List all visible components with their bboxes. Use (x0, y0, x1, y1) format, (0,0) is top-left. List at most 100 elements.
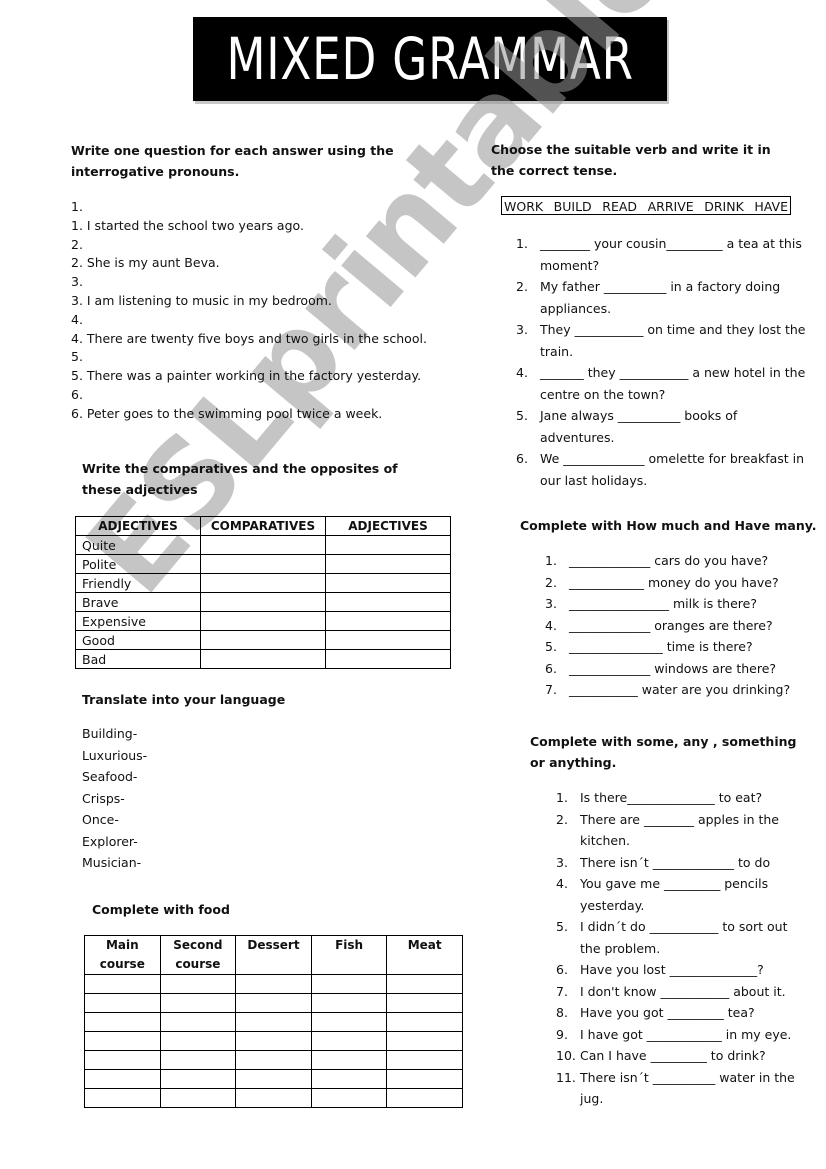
verb-option: HAVE (754, 199, 788, 214)
exercise-item: 4. _______ they ___________ a new hotel i… (516, 362, 808, 405)
food-answer-cell[interactable] (310, 1031, 388, 1051)
comparative-answer-cell[interactable] (200, 630, 326, 650)
food-answer-cell[interactable] (159, 1088, 237, 1108)
food-answer-cell[interactable] (386, 1088, 463, 1108)
food-answer-cell[interactable] (159, 1050, 237, 1070)
food-answer-cell[interactable] (84, 1088, 161, 1108)
item-text: _____________ windows are there? (569, 660, 777, 676)
opposite-answer-cell[interactable] (325, 554, 451, 574)
opposite-answer-cell[interactable] (325, 592, 451, 612)
table-row (84, 1012, 463, 1032)
food-answer-cell[interactable] (159, 1012, 237, 1032)
food-answer-cell[interactable] (235, 1012, 312, 1032)
opposite-answer-cell[interactable] (325, 630, 451, 650)
food-answer-cell[interactable] (84, 993, 161, 1013)
exercise-item: 6. Have you lost ______________? (556, 959, 806, 981)
question-line: 4. There are twenty five boys and two gi… (71, 330, 427, 346)
food-answer-cell[interactable] (386, 1012, 463, 1032)
comparative-answer-cell[interactable] (200, 649, 326, 669)
food-answer-cell[interactable] (386, 1031, 463, 1051)
opposite-answer-cell[interactable] (325, 573, 451, 593)
questions-heading: Write one question for each answer using… (71, 143, 394, 179)
exercise-item: 1. _____________ cars do you have? (545, 550, 805, 572)
food-answer-cell[interactable] (159, 1069, 237, 1089)
comparative-answer-cell[interactable] (200, 611, 326, 631)
food-answer-cell[interactable] (84, 1069, 161, 1089)
item-text: Jane always __________ books of adventur… (540, 408, 738, 445)
item-number: 3. (556, 854, 568, 870)
food-answer-cell[interactable] (84, 1031, 161, 1051)
item-text: I have got ____________ in my eye. (580, 1026, 792, 1042)
translate-word: Once- (82, 812, 119, 827)
item-text: There are ________ apples in the kitchen… (580, 811, 779, 849)
food-answer-cell[interactable] (235, 1069, 312, 1089)
food-answer-cell[interactable] (310, 1069, 388, 1089)
adjective-cell: Bad (75, 649, 201, 669)
food-answer-cell[interactable] (310, 1088, 388, 1108)
comparative-answer-cell[interactable] (200, 592, 326, 612)
food-answer-cell[interactable] (235, 974, 312, 994)
exercise-item: 10. Can I have _________ to drink? (556, 1045, 806, 1067)
food-table: Main course Second course Dessert Fish Meat (84, 935, 463, 1108)
food-answer-cell[interactable] (310, 1050, 388, 1070)
item-number: 4. (516, 365, 528, 380)
adjective-cell: Brave (75, 592, 201, 612)
exercise-item: 1. ________ your cousin_________ a tea at… (516, 233, 808, 276)
food-answer-cell[interactable] (235, 1031, 312, 1051)
food-answer-cell[interactable] (235, 1088, 312, 1108)
translate-word: Crisps- (82, 790, 125, 806)
opposite-answer-cell[interactable] (325, 535, 451, 555)
item-text: ________ your cousin_________ a tea at t… (540, 236, 802, 273)
food-answer-cell[interactable] (84, 974, 161, 994)
comparative-answer-cell[interactable] (200, 535, 326, 555)
item-number: 11. (556, 1069, 576, 1085)
item-text: They ___________ on time and they lost t… (540, 322, 806, 359)
food-column-header: Second course (159, 935, 237, 975)
item-text: There isn´t __________ water in the jug. (580, 1069, 795, 1107)
food-answer-cell[interactable] (159, 974, 237, 994)
header-line: Fish (335, 938, 364, 952)
food-answer-cell[interactable] (310, 993, 388, 1013)
item-number: 7. (556, 983, 568, 999)
food-answer-cell[interactable] (386, 1069, 463, 1089)
item-number: 8. (556, 1005, 568, 1020)
question-line: 2. (71, 236, 83, 252)
item-text: I don't know ___________ about it. (580, 983, 786, 999)
comparative-answer-cell[interactable] (200, 554, 326, 574)
food-answer-cell[interactable] (310, 1012, 388, 1032)
exercise-item: 5. _______________ time is there? (545, 636, 805, 658)
title-banner: MIXED GRAMMAR (193, 17, 667, 101)
opposite-answer-cell[interactable] (325, 611, 451, 631)
food-answer-cell[interactable] (159, 993, 237, 1013)
verb-bank: WORK BUILD READ ARRIVE DRINK HAVE (501, 196, 791, 215)
table-row: Good (75, 630, 451, 650)
item-number: 3. (516, 322, 528, 337)
food-answer-cell[interactable] (84, 1050, 161, 1070)
header-line: Second (173, 938, 223, 952)
food-answer-cell[interactable] (235, 1050, 312, 1070)
item-number: 5. (545, 639, 557, 654)
exercise-item: 8. Have you got _________ tea? (556, 1002, 806, 1024)
adjective-cell: Expensive (75, 611, 201, 631)
item-number: 7. (545, 682, 557, 697)
food-answer-cell[interactable] (159, 1031, 237, 1051)
item-text: _____________ cars do you have? (569, 553, 769, 568)
some-any-heading: Complete with some, any , something or a… (530, 734, 797, 770)
food-answer-cell[interactable] (235, 993, 312, 1013)
food-answer-cell[interactable] (84, 1012, 161, 1032)
item-text: Is there______________ to eat? (580, 790, 763, 805)
food-answer-cell[interactable] (310, 974, 388, 994)
food-answer-cell[interactable] (386, 993, 463, 1013)
food-answer-cell[interactable] (386, 1050, 463, 1070)
comparative-answer-cell[interactable] (200, 573, 326, 593)
item-text: _______ they ___________ a new hotel in … (540, 365, 806, 402)
verb-option: BUILD (553, 199, 592, 214)
item-number: 1. (545, 553, 557, 568)
food-answer-cell[interactable] (386, 974, 463, 994)
question-line: 2. She is my aunt Beva. (71, 255, 220, 271)
exercise-item: 3. There isn´t _____________ to do (556, 852, 806, 874)
opposite-answer-cell[interactable] (325, 649, 451, 669)
question-line: 5. There was a painter working in the fa… (71, 368, 422, 384)
item-number: 6. (545, 660, 557, 676)
comparatives-table: ADJECTIVES COMPARATIVES ADJECTIVES Quite… (75, 516, 451, 669)
